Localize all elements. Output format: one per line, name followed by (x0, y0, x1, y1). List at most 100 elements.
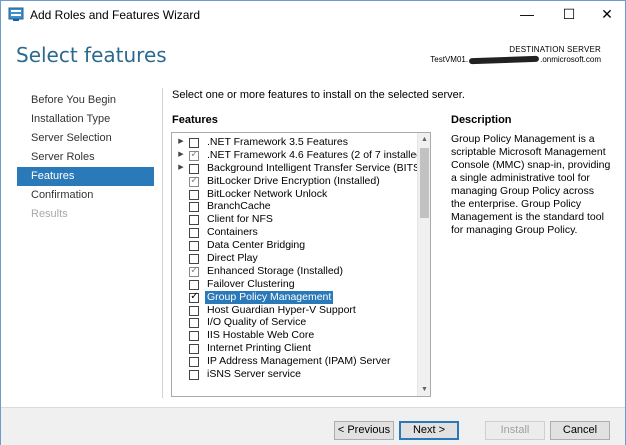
feature-row[interactable]: ▶ .NET Framework 3.5 Features (172, 136, 417, 149)
feature-row[interactable]: Internet Printing Client (172, 342, 417, 355)
feature-label[interactable]: Enhanced Storage (Installed) (205, 265, 345, 278)
triangle-right-icon[interactable]: ▶ (177, 162, 185, 175)
feature-checkbox[interactable] (189, 215, 199, 226)
previous-button[interactable]: < Previous (334, 421, 394, 440)
feature-label[interactable]: BitLocker Network Unlock (205, 188, 329, 201)
nav-item-server-selection[interactable]: Server Selection (17, 129, 154, 148)
nav-divider (162, 88, 163, 398)
feature-checkbox[interactable] (189, 163, 199, 174)
nav-item-before-you-begin[interactable]: Before You Begin (17, 91, 154, 110)
feature-label[interactable]: Background Intelligent Transfer Service … (205, 162, 426, 175)
nav-item-results: Results (31, 208, 68, 220)
feature-row[interactable]: ▶ Background Intelligent Transfer Service… (172, 162, 424, 175)
feature-checkbox[interactable]: ✓ (189, 174, 199, 187)
feature-checkbox[interactable] (189, 344, 199, 355)
feature-checkbox[interactable] (189, 241, 199, 252)
feature-list: ▶ .NET Framework 3.5 Features ▶ ✓ .NET Frame… (172, 136, 426, 381)
feature-row[interactable]: ▶ ✓ .NET Framework 4.6 Features (2 of 7 in… (172, 148, 426, 162)
feature-label[interactable]: IP Address Management (IPAM) Server (205, 355, 392, 368)
install-button: Install (485, 421, 545, 440)
feature-row[interactable]: Host Guardian Hyper-V Support (172, 304, 417, 317)
triangle-right-icon[interactable]: ▶ (177, 149, 185, 162)
feature-label[interactable]: iSNS Server service (205, 368, 303, 381)
cancel-button[interactable]: Cancel (550, 421, 610, 440)
page-title: Select features (16, 43, 167, 67)
feature-label[interactable]: .NET Framework 3.5 Features (205, 136, 350, 149)
feature-label[interactable]: I/O Quality of Service (205, 316, 308, 329)
feature-row[interactable]: Client for NFS (172, 213, 417, 226)
feature-row[interactable]: BitLocker Network Unlock (172, 188, 417, 201)
feature-row[interactable]: ✓ Group Policy Management (172, 290, 417, 304)
feature-label[interactable]: BranchCache (205, 200, 273, 213)
feature-label[interactable]: Host Guardian Hyper-V Support (205, 304, 358, 317)
feature-label[interactable]: Containers (205, 226, 260, 239)
checkmark-icon: ✓ (190, 174, 199, 186)
feature-checkbox[interactable]: ✓ (189, 148, 199, 161)
feature-row[interactable]: IIS Hostable Web Core (172, 329, 417, 342)
feature-row[interactable]: Data Center Bridging (172, 239, 417, 252)
feature-row[interactable]: Failover Clustering (172, 278, 417, 291)
scroll-thumb[interactable] (420, 148, 429, 218)
feature-checkbox[interactable] (189, 279, 199, 290)
feature-row[interactable]: IP Address Management (IPAM) Server (172, 355, 417, 368)
feature-checkbox[interactable] (189, 189, 199, 200)
scroll-down-icon[interactable]: ▼ (418, 383, 430, 396)
destination-label: DESTINATION SERVER (509, 45, 601, 54)
destination-server-prefix: TestVM01. (430, 55, 469, 64)
server-manager-icon (8, 7, 24, 22)
description-text: Group Policy Management is a scriptable … (451, 133, 611, 236)
feature-checkbox[interactable] (189, 138, 199, 148)
feature-label[interactable]: Direct Play (205, 252, 260, 265)
close-icon[interactable]: ✕ (587, 1, 626, 27)
features-heading: Features (172, 114, 218, 126)
nav-item-server-roles[interactable]: Server Roles (17, 148, 154, 167)
feature-checkbox[interactable]: ✓ (189, 264, 199, 277)
feature-label[interactable]: IIS Hostable Web Core (205, 329, 316, 342)
checkmark-icon: ✓ (190, 290, 199, 302)
description-heading: Description (451, 114, 512, 126)
redaction-mark (469, 55, 540, 65)
feature-label[interactable]: Client for NFS (205, 213, 275, 226)
feature-checkbox[interactable] (189, 254, 199, 265)
feature-checkbox[interactable] (189, 305, 199, 316)
feature-checkbox[interactable] (189, 331, 199, 342)
feature-row[interactable]: ✓ Enhanced Storage (Installed) (172, 265, 417, 278)
nav-item-installation-type[interactable]: Installation Type (17, 110, 154, 129)
features-scrollbar[interactable]: ▲ ▼ (417, 133, 430, 396)
instruction-text: Select one or more features to install o… (172, 89, 465, 101)
feature-row[interactable]: Direct Play (172, 252, 417, 265)
triangle-right-icon[interactable]: ▶ (177, 136, 185, 149)
next-button[interactable]: Next > (399, 421, 459, 440)
features-tree[interactable]: ▶ .NET Framework 3.5 Features ▶ ✓ .NET Frame… (171, 132, 431, 397)
wizard-window: Add Roles and Features Wizard — ☐ ✕ Sele… (0, 0, 626, 445)
feature-row[interactable]: Containers (172, 226, 417, 239)
minimize-icon[interactable]: — (507, 1, 547, 27)
feature-row[interactable]: BranchCache (172, 200, 417, 213)
feature-checkbox[interactable] (189, 202, 199, 213)
title-bar: Add Roles and Features Wizard — ☐ ✕ (1, 1, 625, 29)
nav-item-features[interactable]: Features (17, 167, 154, 186)
nav-item-confirmation[interactable]: Confirmation (17, 186, 154, 205)
feature-checkbox[interactable] (189, 370, 199, 381)
feature-label[interactable]: Data Center Bridging (205, 239, 307, 252)
maximize-icon[interactable]: ☐ (549, 1, 589, 27)
feature-row[interactable]: ✓ BitLocker Drive Encryption (Installed) (172, 175, 417, 188)
feature-row[interactable]: I/O Quality of Service (172, 316, 417, 329)
feature-checkbox[interactable] (189, 228, 199, 239)
wizard-nav: Before You Begin Installation Type Serve… (17, 91, 154, 224)
destination-server: TestVM01. .onmicrosoft.com (430, 55, 601, 65)
wizard-footer: < Previous Next > Install Cancel (1, 407, 625, 445)
feature-label[interactable]: Internet Printing Client (205, 342, 313, 355)
feature-label[interactable]: BitLocker Drive Encryption (Installed) (205, 175, 382, 188)
checkmark-icon: ✓ (190, 148, 199, 160)
feature-checkbox[interactable] (189, 357, 199, 368)
checkmark-icon: ✓ (190, 264, 199, 276)
feature-checkbox[interactable] (189, 318, 199, 329)
feature-label[interactable]: .NET Framework 4.6 Features (2 of 7 inst… (205, 149, 428, 162)
destination-server-suffix: .onmicrosoft.com (540, 55, 601, 64)
feature-checkbox[interactable]: ✓ (189, 290, 199, 303)
feature-label[interactable]: Failover Clustering (205, 278, 297, 291)
feature-label[interactable]: Group Policy Management (205, 290, 334, 304)
scroll-up-icon[interactable]: ▲ (418, 133, 430, 146)
feature-row[interactable]: iSNS Server service (172, 368, 417, 381)
